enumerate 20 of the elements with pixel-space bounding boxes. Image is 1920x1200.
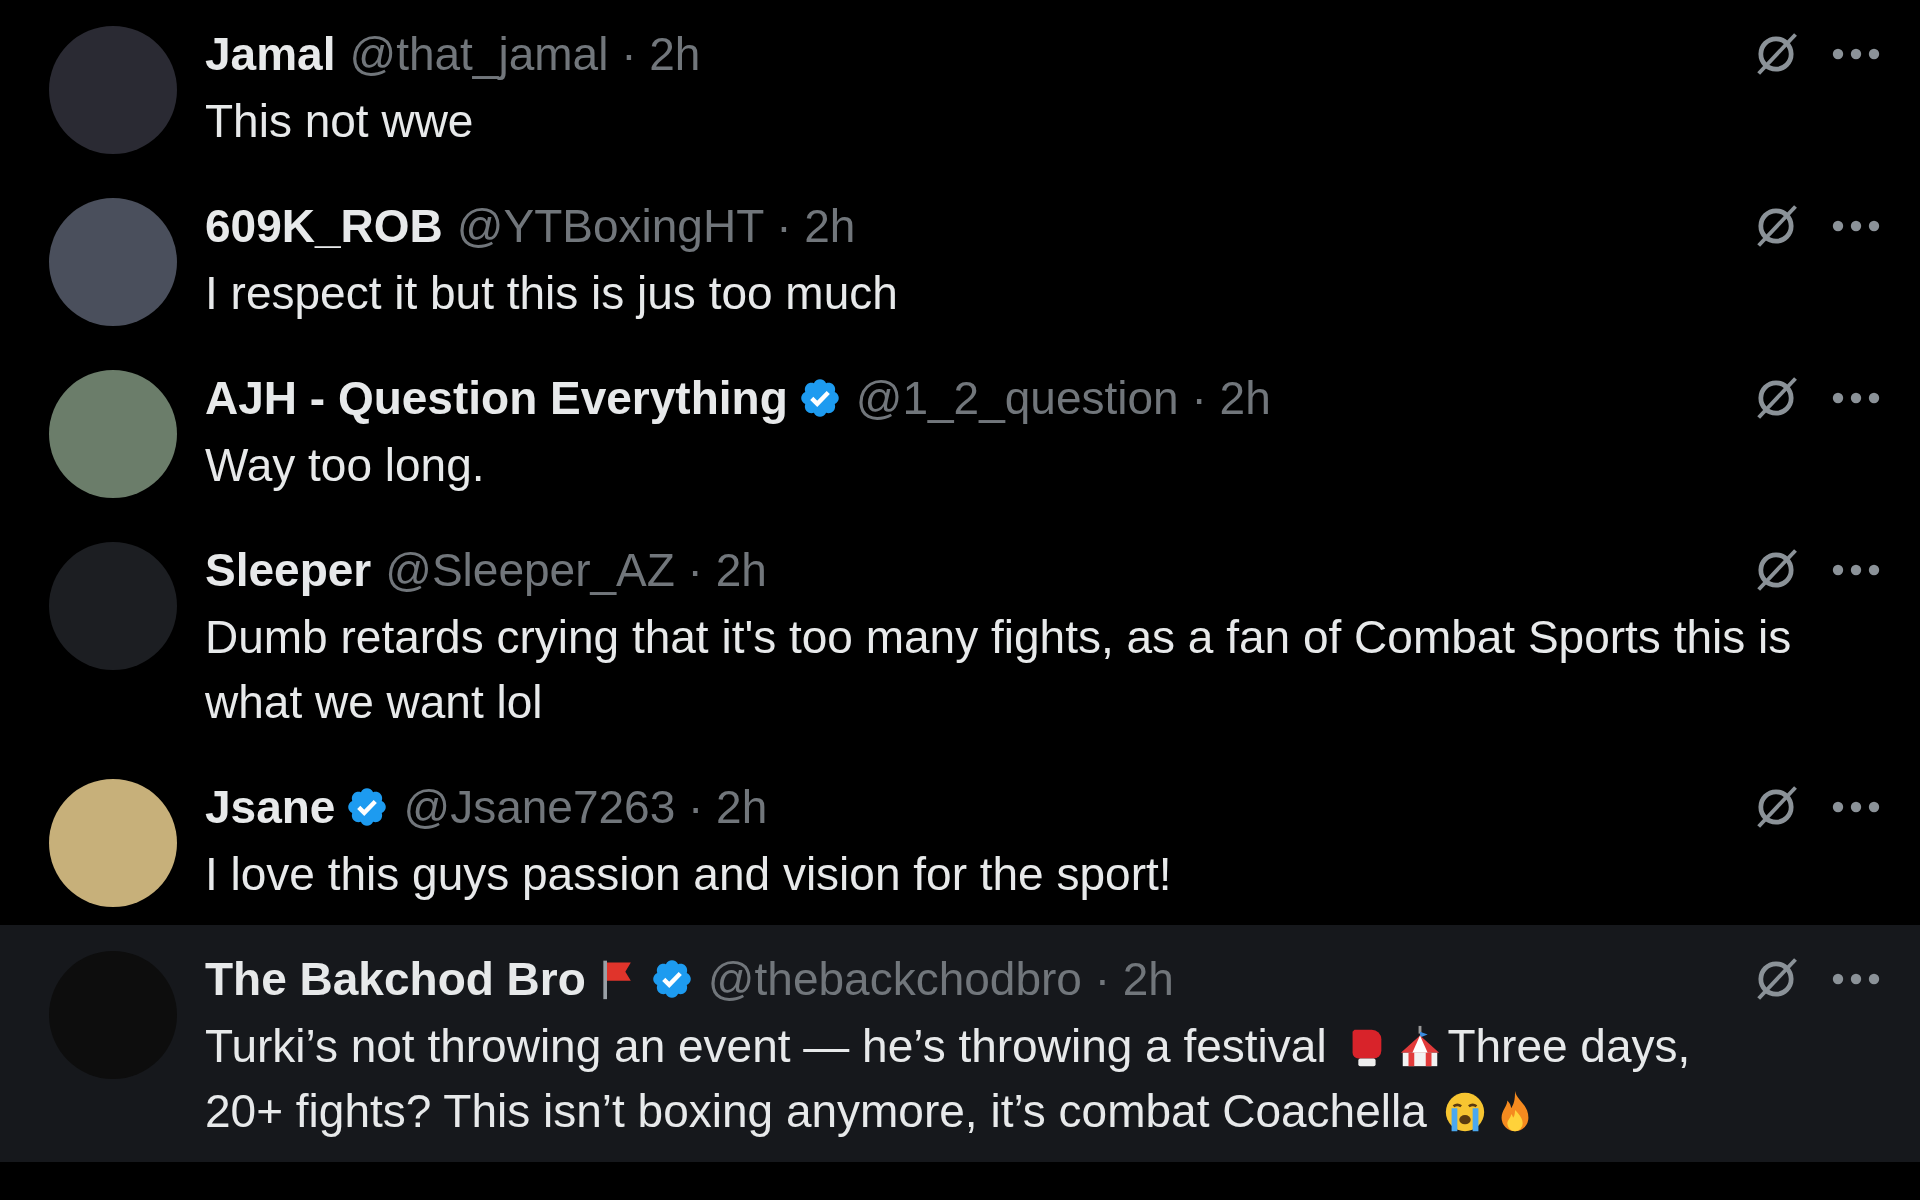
user-handle[interactable]: @that_jamal · 2h xyxy=(349,26,701,81)
user-handle[interactable]: @Jsane7263 · 2h xyxy=(403,779,768,834)
user-name[interactable]: Jamal xyxy=(205,26,336,81)
reply-text: I love this guys passion and vision for the sport! xyxy=(205,848,1172,900)
user-handle[interactable]: @YTBoxingHT · 2h xyxy=(456,198,856,253)
reply-text: 20+ fights? This isn’t boxing anymore, it’s combat Coachella xyxy=(205,1084,1427,1139)
user-name[interactable]: Jsane xyxy=(205,779,336,834)
user-handle[interactable]: @1_2_question · 2h xyxy=(855,370,1271,425)
reply-text: Way too long. xyxy=(205,439,485,491)
user-name[interactable]: The Bakchod Bro xyxy=(205,951,586,1006)
reply-text: This not wwe xyxy=(205,95,474,147)
user-name[interactable]: 609K_ROB xyxy=(205,198,443,253)
reply-text: Turki’s not throwing an event — he’s throwing a festival xyxy=(205,1019,1327,1074)
user-handle[interactable]: @Sleeper_AZ · 2h xyxy=(385,542,767,597)
user-handle[interactable]: @thebackchodbro · 2h xyxy=(707,951,1174,1006)
reply-text: I respect it but this is jus too much xyxy=(205,267,898,319)
reply-text: Dumb retards crying that it's too many fights, as a fan of Combat Sports this is what we want lol xyxy=(205,611,1792,728)
reply-text: Three days, xyxy=(1447,1019,1691,1074)
user-name[interactable]: Sleeper xyxy=(205,542,372,597)
user-name[interactable]: AJH - Question Everything xyxy=(205,370,788,425)
